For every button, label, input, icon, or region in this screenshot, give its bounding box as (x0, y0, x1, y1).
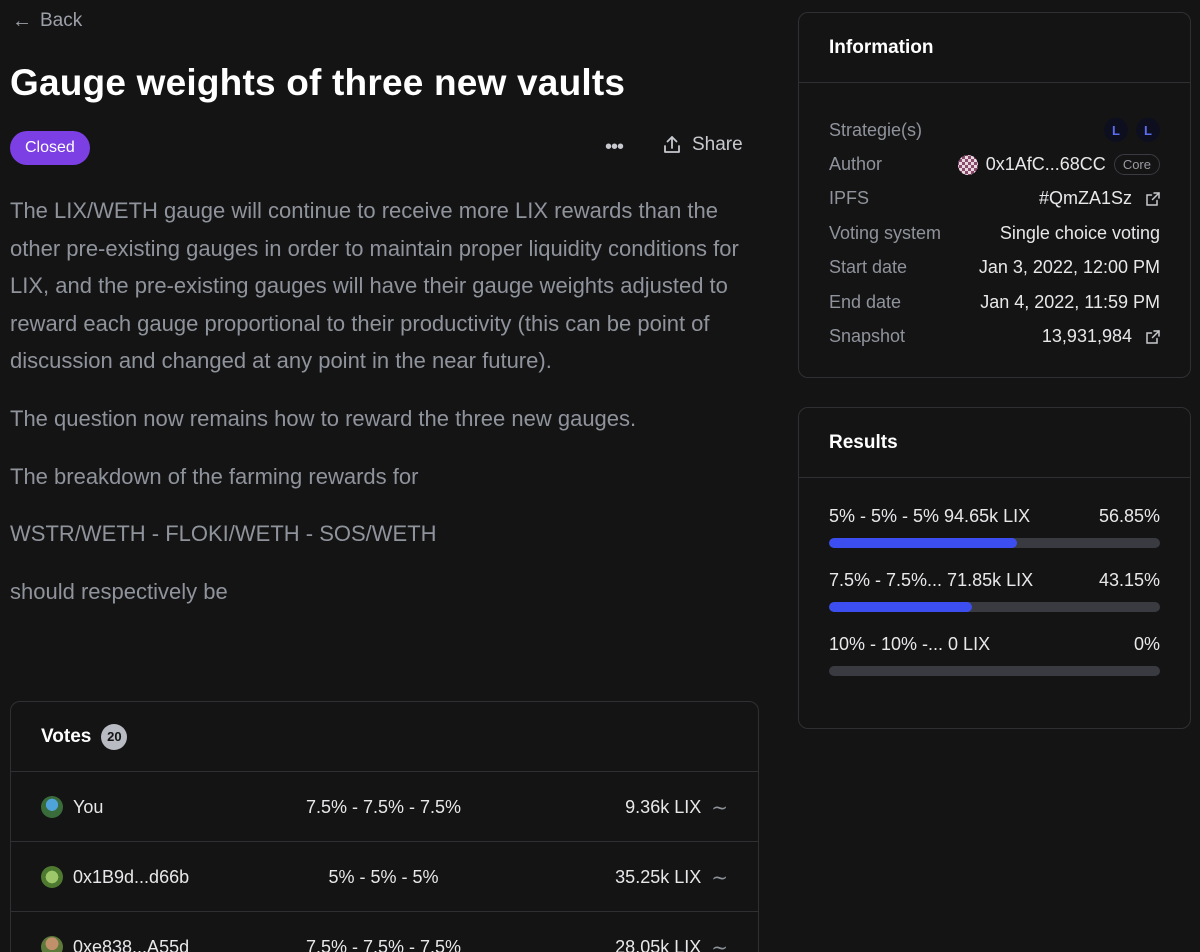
votes-card: Votes 20 You 7.5% - 7.5% - 7.5% 9.36k LI… (10, 701, 759, 952)
info-key: Snapshot (829, 326, 906, 347)
vote-choice: 7.5% - 7.5% - 7.5% (305, 936, 462, 952)
avatar (957, 154, 978, 175)
info-row-author: Author 0x1AfC...68CC Core (829, 147, 1160, 181)
signature-icon[interactable]: ~ (711, 795, 728, 819)
result-label: 5% - 5% - 5% 94.65k LIX (829, 506, 1031, 526)
ipfs-value: #QmZA1Sz (1038, 188, 1132, 209)
back-link[interactable]: ← Back (12, 10, 82, 32)
results-card: Results 5% - 5% - 5% 94.65k LIX 56.85% 7… (798, 407, 1191, 729)
proposal-body: The LIX/WETH gauge will continue to rece… (10, 192, 770, 630)
table-row: 0x1B9d...d66b 5% - 5% - 5% 35.25k LIX ~ (11, 842, 758, 912)
vote-amount: 28.05k LIX (615, 936, 702, 952)
signature-icon[interactable]: ~ (711, 865, 728, 889)
info-key: Start date (829, 257, 908, 278)
votes-header: Votes 20 (11, 702, 758, 772)
result-item: 10% - 10% -... 0 LIX 0% (829, 634, 1160, 676)
back-label: Back (40, 10, 83, 31)
share-icon (664, 136, 680, 153)
page-title: Gauge weights of three new vaults (10, 62, 626, 103)
snapshot-value: 13,931,984 (1041, 326, 1132, 347)
table-row: You 7.5% - 7.5% - 7.5% 9.36k LIX ~ (11, 772, 758, 842)
result-progress-bar (829, 602, 1160, 612)
info-value: Jan 3, 2022, 12:00 PM (978, 257, 1160, 278)
body-paragraph: The question now remains how to reward t… (10, 405, 637, 431)
votes-count-badge: 20 (101, 723, 128, 750)
vote-amount: 35.25k LIX (615, 866, 702, 887)
info-key: IPFS (829, 188, 870, 209)
information-heading: Information (799, 13, 1190, 83)
author-address-link[interactable]: 0x1AfC...68CC (986, 154, 1106, 175)
info-key: Author (829, 154, 883, 175)
voter-address[interactable]: 0x1B9d...d66b (73, 867, 189, 888)
strategy-icon[interactable]: L (1104, 118, 1128, 143)
result-item: 7.5% - 7.5%... 71.85k LIX 43.15% (829, 570, 1160, 612)
body-paragraph: should respectively be (10, 578, 228, 604)
result-label: 7.5% - 7.5%... 71.85k LIX (829, 570, 1034, 590)
result-progress-fill (829, 538, 1018, 548)
vote-choice: 7.5% - 7.5% - 7.5% (305, 796, 462, 817)
arrow-left-icon: ← (12, 10, 32, 32)
external-link-icon (1146, 192, 1160, 206)
avatar (41, 936, 63, 952)
info-key: Voting system (829, 222, 942, 243)
body-paragraph: WSTR/WETH - FLOKI/WETH - SOS/WETH (10, 521, 437, 547)
signature-icon[interactable]: ~ (711, 935, 728, 952)
results-heading: Results (799, 408, 1190, 478)
result-percent: 43.15% (1098, 570, 1160, 590)
share-label: Share (692, 134, 743, 155)
result-progress-bar (829, 538, 1160, 548)
status-badge: Closed (10, 131, 90, 165)
result-progress-fill (829, 602, 972, 612)
info-row-ipfs: IPFS #QmZA1Sz (829, 182, 1160, 216)
info-row-strategies: Strategie(s) L L (829, 113, 1160, 147)
info-row-voting-system: Voting system Single choice voting (829, 216, 1160, 250)
info-value: Jan 4, 2022, 11:59 PM (980, 291, 1160, 312)
body-paragraph: The LIX/WETH gauge will continue to rece… (10, 198, 739, 374)
table-row: 0xe838...A55d 7.5% - 7.5% - 7.5% 28.05k … (11, 912, 758, 952)
result-item: 5% - 5% - 5% 94.65k LIX 56.85% (829, 506, 1160, 548)
avatar (41, 866, 63, 888)
result-percent: 0% (1133, 634, 1160, 654)
info-key: End date (829, 291, 902, 312)
strategy-icon[interactable]: L (1136, 118, 1160, 143)
body-paragraph: The breakdown of the farming rewards for (10, 463, 419, 489)
info-row-start-date: Start date Jan 3, 2022, 12:00 PM (829, 251, 1160, 285)
snapshot-link[interactable]: 13,931,984 (1042, 326, 1160, 347)
info-row-end-date: End date Jan 4, 2022, 11:59 PM (829, 285, 1160, 319)
more-options-button[interactable]: ••• (600, 132, 628, 162)
vote-choice: 5% - 5% - 5% (328, 866, 439, 887)
voter-address[interactable]: 0xe838...A55d (73, 937, 189, 952)
information-card: Information Strategie(s) L L Author 0x1A… (798, 12, 1191, 378)
result-label: 10% - 10% -... 0 LIX (829, 634, 991, 654)
info-key: Strategie(s) (829, 119, 923, 140)
ipfs-link[interactable]: #QmZA1Sz (1039, 188, 1160, 209)
result-percent: 56.85% (1098, 506, 1160, 526)
info-row-snapshot: Snapshot 13,931,984 (829, 319, 1160, 353)
voter-address[interactable]: You (73, 797, 103, 818)
external-link-icon (1146, 329, 1160, 344)
share-button[interactable]: Share (662, 134, 743, 156)
info-value: Single choice voting (999, 222, 1160, 243)
avatar (41, 796, 63, 818)
votes-heading: Votes (41, 725, 92, 747)
result-progress-bar (829, 666, 1160, 676)
core-badge: Core (1113, 154, 1160, 176)
vote-amount: 9.36k LIX (625, 796, 702, 817)
more-dots-icon: ••• (604, 135, 624, 158)
